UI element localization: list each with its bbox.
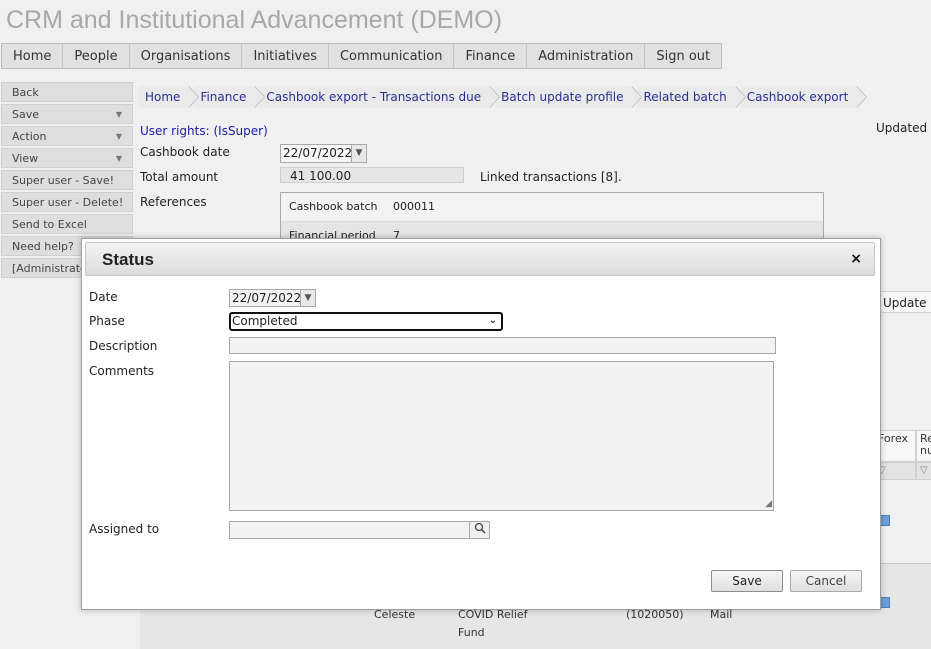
view-menu-label: View [12, 152, 39, 165]
chevron-down-icon: ⌄ [488, 315, 497, 326]
user-rights: User rights: (IsSuper) [140, 124, 268, 138]
cancel-button[interactable]: Cancel [790, 570, 862, 592]
date-value: 22/07/2022 [232, 291, 302, 305]
save-button[interactable]: Save [711, 570, 783, 592]
nav-finance[interactable]: Finance [454, 44, 528, 68]
nav-organisations[interactable]: Organisations [130, 44, 243, 68]
close-icon[interactable]: × [850, 251, 862, 267]
comments-textarea[interactable]: ◢ [229, 361, 774, 511]
reference-row: Cashbook batch 000011 [281, 193, 823, 222]
super-user-delete-button[interactable]: Super user - Delete! [1, 192, 133, 212]
filter-icon[interactable]: ▽ [916, 462, 931, 480]
cashbook-date-value: 22/07/2022 [283, 146, 353, 160]
status-dialog: Status × Date 22/07/2022 ▼ Phase Complet… [81, 238, 881, 610]
breadcrumb-finance[interactable]: Finance [194, 86, 266, 108]
send-to-excel-button[interactable]: Send to Excel [1, 214, 133, 234]
linked-transactions-link[interactable]: Linked transactions [8]. [480, 170, 622, 184]
phase-select[interactable]: Completed ⌄ [229, 312, 503, 331]
date-field[interactable]: 22/07/2022 ▼ [229, 289, 316, 307]
chevron-down-icon: ▼ [115, 110, 122, 119]
description-field[interactable] [229, 337, 776, 354]
nav-communication[interactable]: Communication [329, 44, 455, 68]
chevron-down-icon: ▼ [115, 132, 122, 141]
send-to-excel-label: Send to Excel [12, 218, 87, 231]
cell-fund-line2: Fund [458, 626, 485, 639]
cashbook-date-label: Cashbook date [140, 145, 230, 159]
description-label: Description [89, 339, 158, 353]
breadcrumb-batch-update-profile[interactable]: Batch update profile [495, 86, 643, 108]
cashbook-date-field[interactable]: 22/07/2022 ▼ [280, 144, 367, 163]
nav-people[interactable]: People [63, 44, 130, 68]
comments-label: Comments [89, 364, 155, 378]
breadcrumb: Home Finance Cashbook export - Transacti… [139, 86, 867, 108]
chevron-down-icon[interactable]: ▼ [351, 145, 366, 162]
super-user-delete-label: Super user - Delete! [12, 196, 124, 209]
date-label: Date [89, 290, 118, 304]
dialog-title: Status [102, 250, 154, 269]
back-label: Back [12, 86, 39, 99]
breadcrumb-cashbook-export-transactions-due[interactable]: Cashbook export - Transactions due [260, 86, 500, 108]
references-label: References [140, 195, 207, 209]
action-menu-label: Action [12, 130, 47, 143]
chevron-down-icon: ▼ [115, 154, 122, 163]
breadcrumb-home[interactable]: Home [139, 86, 200, 108]
dialog-header: Status × [85, 242, 875, 276]
top-navigation: Home People Organisations Initiatives Co… [1, 43, 723, 69]
super-user-save-button[interactable]: Super user - Save! [1, 170, 133, 190]
need-help-label: Need help? [12, 240, 74, 253]
action-menu-button[interactable]: Action ▼ [1, 126, 133, 146]
ref-number-column-header[interactable]: Re nu [916, 430, 931, 462]
view-menu-button[interactable]: View ▼ [1, 148, 133, 168]
reference-key: Cashbook batch [289, 200, 378, 213]
save-menu-label: Save [12, 108, 40, 121]
phase-label: Phase [89, 314, 125, 328]
back-button[interactable]: Back [1, 82, 133, 102]
nav-initiatives[interactable]: Initiatives [242, 44, 329, 68]
reference-value: 000011 [393, 200, 435, 213]
chevron-down-icon[interactable]: ▼ [300, 290, 315, 306]
phase-value: Completed [232, 314, 298, 328]
breadcrumb-related-batch[interactable]: Related batch [637, 86, 747, 108]
app-title: CRM and Institutional Advancement (DEMO) [6, 6, 503, 34]
total-amount-field: 41 100.00 [280, 167, 464, 183]
assigned-to-field[interactable] [229, 521, 470, 539]
super-user-save-label: Super user - Save! [12, 174, 115, 187]
nav-home[interactable]: Home [2, 44, 64, 68]
total-amount-label: Total amount [140, 170, 219, 184]
updated-on-label: Updated on [876, 121, 931, 135]
save-menu-button[interactable]: Save ▼ [1, 104, 133, 124]
resize-handle-icon[interactable]: ◢ [765, 500, 772, 509]
update-column-header[interactable]: Update [878, 291, 931, 313]
nav-administration[interactable]: Administration [527, 44, 646, 68]
search-icon[interactable] [469, 521, 490, 539]
assigned-to-label: Assigned to [89, 522, 160, 536]
breadcrumb-cashbook-export[interactable]: Cashbook export [740, 86, 867, 108]
nav-sign-out[interactable]: Sign out [645, 44, 721, 68]
